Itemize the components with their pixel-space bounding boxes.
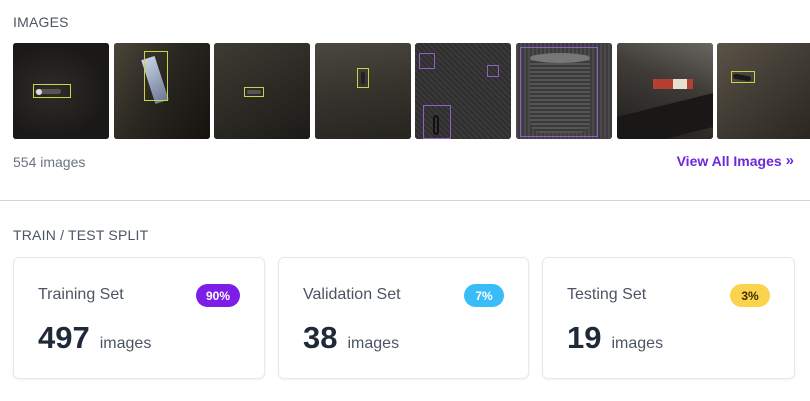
- image-thumbnail[interactable]: [315, 43, 411, 139]
- image-thumbnail[interactable]: [617, 43, 713, 139]
- images-section-title: IMAGES: [13, 14, 69, 30]
- training-percent-badge: 90%: [195, 284, 240, 307]
- image-thumbnail[interactable]: [415, 43, 511, 139]
- image-count: 554 images: [13, 154, 86, 170]
- validation-count: 38: [303, 320, 338, 355]
- image-thumbnail[interactable]: [114, 43, 210, 139]
- testing-count: 19: [567, 320, 602, 355]
- image-thumbnail[interactable]: [13, 43, 109, 139]
- double-chevron-right-icon: »: [785, 152, 794, 169]
- bounding-box: [144, 51, 168, 101]
- image-thumbnail[interactable]: [214, 43, 310, 139]
- validation-percent-badge: 7%: [464, 284, 504, 307]
- image-thumbnail-strip: [13, 43, 810, 139]
- bounding-box: [357, 68, 369, 88]
- testing-unit: images: [611, 335, 664, 352]
- training-count: 497: [38, 320, 90, 355]
- bounding-box: [244, 87, 264, 97]
- validation-unit: images: [347, 335, 400, 352]
- training-set-label: Training Set: [38, 286, 124, 303]
- view-all-images-link[interactable]: View All Images »: [677, 153, 794, 169]
- bounding-box: [487, 65, 499, 77]
- testing-set-label: Testing Set: [567, 286, 647, 303]
- bounding-box: [520, 47, 598, 137]
- image-thumbnail[interactable]: [516, 43, 612, 139]
- validation-set-label: Validation Set: [303, 286, 401, 303]
- view-all-images-label: View All Images: [676, 153, 782, 169]
- training-unit: images: [99, 335, 152, 352]
- section-divider: [0, 200, 810, 201]
- testing-percent-badge: 3%: [730, 284, 770, 307]
- training-set-card: Training Set 90% 497 images: [13, 257, 265, 379]
- bounding-box: [419, 53, 435, 69]
- validation-set-card: Validation Set 7% 38 images: [278, 257, 529, 379]
- bounding-box: [731, 71, 755, 83]
- bounding-box: [33, 84, 71, 98]
- image-thumbnail[interactable]: [717, 43, 810, 139]
- split-section-title: TRAIN / TEST SPLIT: [13, 227, 149, 243]
- testing-set-card: Testing Set 3% 19 images: [542, 257, 795, 379]
